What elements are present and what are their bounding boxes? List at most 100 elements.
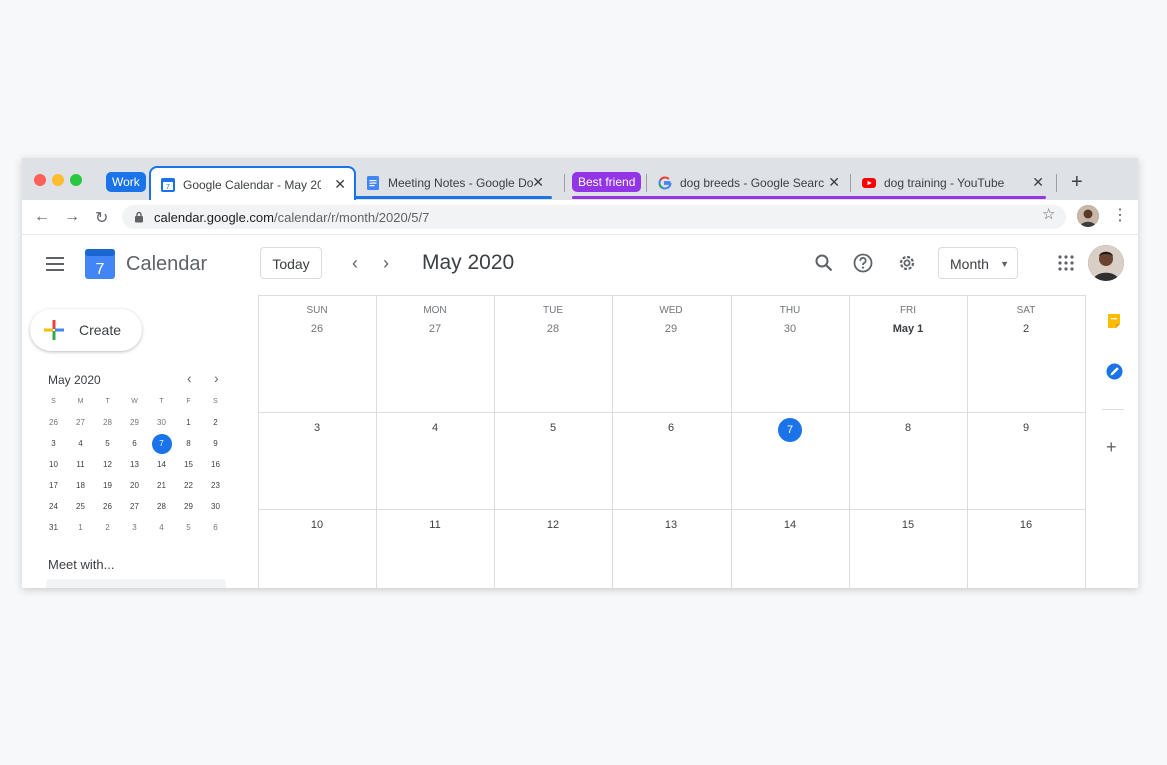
mini-calendar-day[interactable]: 30 <box>202 496 229 517</box>
apps-grid-icon[interactable] <box>1058 255 1074 271</box>
mini-calendar-day[interactable]: 30 <box>148 412 175 433</box>
maximize-window-button[interactable] <box>70 174 82 186</box>
bookmark-star-icon[interactable]: ☆ <box>1042 205 1055 223</box>
today-date-number[interactable]: 7 <box>731 418 849 442</box>
day-cell[interactable] <box>258 295 376 412</box>
mini-calendar-day[interactable]: 6 <box>121 433 148 454</box>
close-tab-icon[interactable]: ✕ <box>1032 174 1044 191</box>
mini-calendar-day[interactable]: 2 <box>94 517 121 538</box>
mini-calendar-day[interactable]: 20 <box>121 475 148 496</box>
url-input[interactable]: calendar.google.com/calendar/r/month/202… <box>122 205 1066 229</box>
mini-calendar-day[interactable]: 18 <box>67 475 94 496</box>
date-number[interactable]: 10 <box>258 519 376 531</box>
mini-calendar-day[interactable]: 11 <box>67 454 94 475</box>
date-number[interactable]: 2 <box>967 323 1085 335</box>
reload-button[interactable]: ↻ <box>95 208 108 228</box>
day-cell[interactable] <box>612 295 730 412</box>
mini-calendar-day[interactable]: 1 <box>175 412 202 433</box>
get-add-ons-button[interactable]: + <box>1106 437 1117 458</box>
date-number[interactable]: 11 <box>376 519 494 531</box>
close-window-button[interactable] <box>34 174 46 186</box>
mini-calendar-day[interactable]: 5 <box>175 517 202 538</box>
mini-calendar-day[interactable]: 14 <box>148 454 175 475</box>
keep-icon[interactable] <box>1106 313 1122 329</box>
search-people-input[interactable] <box>46 579 226 588</box>
date-number[interactable]: 13 <box>612 519 730 531</box>
date-number[interactable]: 16 <box>967 519 1085 531</box>
mini-calendar-day[interactable]: 29 <box>175 496 202 517</box>
mini-calendar-day[interactable]: 26 <box>40 412 67 433</box>
mini-calendar-day[interactable]: 24 <box>40 496 67 517</box>
day-cell[interactable] <box>494 295 612 412</box>
date-number[interactable]: 8 <box>849 422 967 434</box>
mini-calendar-day[interactable]: 3 <box>40 433 67 454</box>
back-button[interactable]: ← <box>34 208 50 226</box>
mini-calendar-day[interactable]: 27 <box>121 496 148 517</box>
date-number[interactable]: 6 <box>612 422 730 434</box>
date-number[interactable]: 29 <box>612 323 730 335</box>
tab-google-calendar[interactable]: 7 Google Calendar - May 20 ✕ <box>149 166 356 200</box>
previous-period-button[interactable]: ‹ <box>352 253 358 274</box>
mini-calendar-day[interactable]: 5 <box>94 433 121 454</box>
date-number[interactable]: 12 <box>494 519 612 531</box>
date-number[interactable]: 3 <box>258 422 376 434</box>
mini-calendar-day[interactable]: 8 <box>175 433 202 454</box>
forward-button[interactable]: → <box>64 208 80 226</box>
mini-calendar-day[interactable]: 6 <box>202 517 229 538</box>
close-tab-icon[interactable]: ✕ <box>828 174 840 191</box>
mini-calendar-day[interactable]: 4 <box>148 517 175 538</box>
mini-calendar-day[interactable]: 28 <box>148 496 175 517</box>
date-number[interactable]: 5 <box>494 422 612 434</box>
date-number[interactable]: 4 <box>376 422 494 434</box>
mini-calendar-day[interactable]: 1 <box>67 517 94 538</box>
tab-group-best-friend[interactable]: Best friend <box>572 172 642 192</box>
mini-calendar-day[interactable]: 13 <box>121 454 148 475</box>
mini-calendar-day[interactable]: 10 <box>40 454 67 475</box>
mini-calendar-day[interactable]: 3 <box>121 517 148 538</box>
browser-menu-icon[interactable]: ⋮ <box>1112 205 1128 225</box>
mini-calendar-day[interactable]: 15 <box>175 454 202 475</box>
mini-calendar-day[interactable]: 19 <box>94 475 121 496</box>
view-switcher-dropdown[interactable]: Month ▼ <box>938 247 1018 279</box>
day-cell[interactable] <box>849 295 967 412</box>
mini-calendar-day[interactable]: 21 <box>148 475 175 496</box>
tasks-icon[interactable] <box>1106 363 1123 380</box>
date-number[interactable]: 26 <box>258 323 376 335</box>
mini-calendar-day[interactable]: 2 <box>202 412 229 433</box>
mini-calendar-next-button[interactable]: › <box>214 370 219 386</box>
mini-calendar-day[interactable]: 29 <box>121 412 148 433</box>
tab-meeting-notes[interactable]: Meeting Notes - Google Do ✕ <box>356 166 552 200</box>
today-button[interactable]: Today <box>260 247 322 279</box>
mini-calendar-selected-day[interactable]: 7 <box>148 433 175 454</box>
mini-calendar-day[interactable]: 26 <box>94 496 121 517</box>
help-icon[interactable] <box>853 253 873 273</box>
new-tab-button[interactable]: + <box>1071 172 1083 192</box>
mini-calendar-day[interactable]: 25 <box>67 496 94 517</box>
mini-calendar-day[interactable]: 31 <box>40 517 67 538</box>
account-avatar[interactable] <box>1088 245 1124 281</box>
mini-calendar-day[interactable]: 22 <box>175 475 202 496</box>
mini-calendar-prev-button[interactable]: ‹ <box>187 370 192 386</box>
date-number[interactable]: 30 <box>731 323 849 335</box>
mini-calendar-day[interactable]: 4 <box>67 433 94 454</box>
create-button[interactable]: Create <box>30 309 142 351</box>
date-number[interactable]: May 1 <box>849 323 967 335</box>
settings-gear-icon[interactable] <box>897 253 917 273</box>
day-cell[interactable] <box>376 295 494 412</box>
mini-calendar-day[interactable]: 16 <box>202 454 229 475</box>
date-number[interactable]: 15 <box>849 519 967 531</box>
close-tab-icon[interactable]: ✕ <box>334 176 346 193</box>
date-number[interactable]: 14 <box>731 519 849 531</box>
date-number[interactable]: 27 <box>376 323 494 335</box>
tab-dog-training[interactable]: dog training - YouTube ✕ <box>852 166 1052 200</box>
day-cell[interactable] <box>967 295 1085 412</box>
date-number[interactable]: 28 <box>494 323 612 335</box>
minimize-window-button[interactable] <box>52 174 64 186</box>
main-menu-icon[interactable] <box>46 257 64 271</box>
mini-calendar-day[interactable]: 28 <box>94 412 121 433</box>
tab-dog-breeds[interactable]: dog breeds - Google Searc ✕ <box>648 166 848 200</box>
profile-avatar-icon[interactable] <box>1077 205 1099 227</box>
mini-calendar-day[interactable]: 12 <box>94 454 121 475</box>
search-icon[interactable] <box>814 253 834 273</box>
mini-calendar-day[interactable]: 9 <box>202 433 229 454</box>
